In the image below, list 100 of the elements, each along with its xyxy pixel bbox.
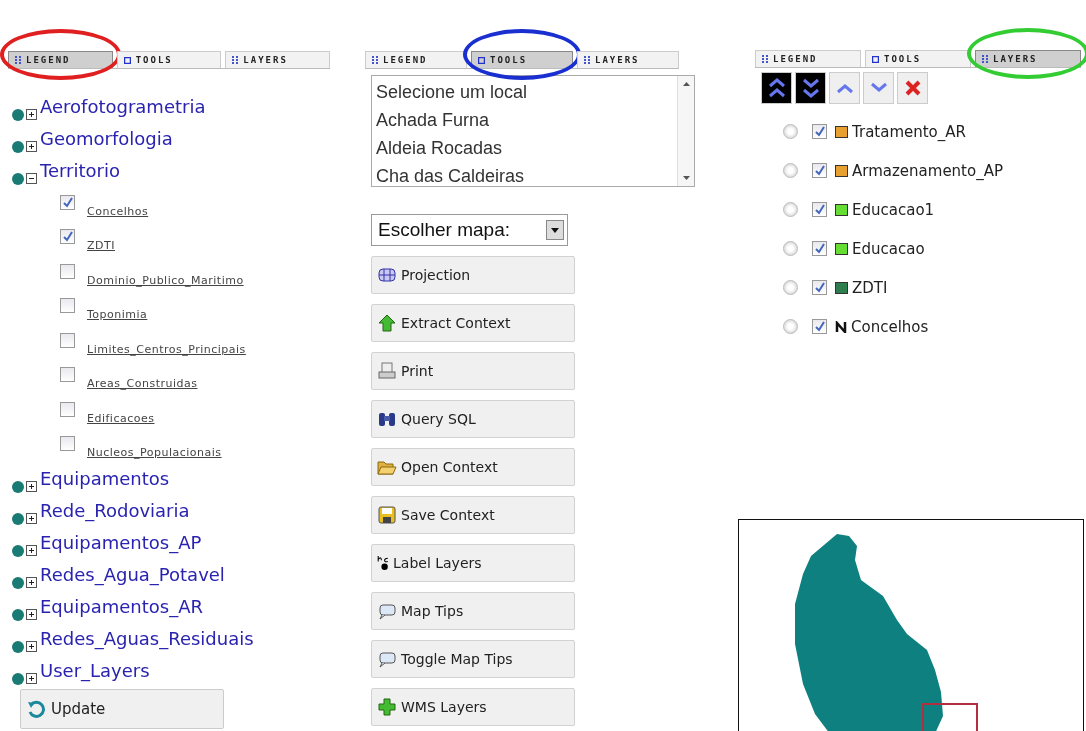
checkbox[interactable]	[60, 263, 75, 279]
radio-button[interactable]	[783, 319, 798, 335]
panel-tab[interactable]: LAYERS	[577, 51, 679, 68]
location-list[interactable]: Selecione um local Achada Furna Aldeia Rocadas Cha das Caldeiras	[371, 75, 695, 187]
expand-icon[interactable]	[26, 673, 37, 684]
layer-link[interactable]: Areas_Construidas	[87, 377, 198, 394]
expand-icon[interactable]	[26, 577, 37, 588]
tool-button[interactable]: WMS Layers	[371, 688, 575, 726]
checkbox[interactable]	[60, 332, 75, 348]
checkbox[interactable]	[60, 436, 75, 451]
checkbox[interactable]	[60, 367, 75, 382]
speech-bubble-icon	[377, 601, 397, 621]
panel-tab[interactable]: LEGEND	[8, 51, 113, 68]
layer-label[interactable]: Educacao	[852, 239, 925, 258]
expand-icon[interactable]	[26, 609, 37, 620]
scroll-down-icon[interactable]	[682, 176, 690, 180]
panel-tab[interactable]: TOOLS	[471, 51, 573, 68]
radio-button[interactable]	[783, 163, 798, 179]
group-label[interactable]: Equipamentos	[40, 467, 170, 495]
plus-icon	[377, 697, 397, 717]
checkbox[interactable]	[812, 319, 827, 335]
group-label[interactable]: Redes_Agua_Potavel	[40, 563, 225, 591]
dots-icon	[372, 56, 378, 64]
checkbox[interactable]	[60, 194, 75, 210]
radio-button[interactable]	[783, 241, 798, 257]
group-label[interactable]: Geomorfologia	[40, 127, 173, 155]
expand-icon[interactable]	[26, 141, 37, 152]
tool-button[interactable]: Extract Context	[371, 304, 575, 342]
expand-icon[interactable]	[26, 641, 37, 652]
collapse-icon[interactable]	[26, 173, 37, 184]
checkbox[interactable]	[812, 124, 827, 140]
checkbox[interactable]	[812, 202, 827, 218]
layer-label[interactable]: Tratamento_AR	[852, 122, 966, 141]
checkbox[interactable]	[60, 401, 75, 417]
radio-button[interactable]	[783, 124, 798, 140]
radio-button[interactable]	[783, 280, 798, 296]
layer-link[interactable]: Limites_Centros_Principais	[87, 342, 246, 360]
tool-button[interactable]: Projection	[371, 256, 575, 294]
layer-link[interactable]: Concelhos	[87, 204, 149, 222]
refresh-icon	[27, 700, 45, 718]
layer-dot-icon	[12, 141, 24, 153]
expand-icon[interactable]	[26, 109, 37, 120]
checkbox[interactable]	[812, 280, 827, 296]
layer-dot-icon	[12, 577, 24, 589]
panel-tab[interactable]: LEGEND	[755, 50, 861, 68]
panel-tab[interactable]: LAYERS	[225, 51, 330, 68]
scroll-up-icon[interactable]	[682, 82, 690, 86]
tool-button[interactable]: Toggle Map Tips	[371, 640, 575, 678]
panel-tab[interactable]: TOOLS	[865, 50, 971, 68]
tool-button[interactable]: Map Tips	[371, 592, 575, 630]
layer-dot-icon	[12, 513, 24, 525]
layer-dot-icon	[12, 545, 24, 557]
toolbar-button[interactable]	[795, 72, 826, 105]
layer-link[interactable]: ZDTI	[87, 239, 115, 256]
layer-link[interactable]: Edificacoes	[87, 411, 155, 429]
layer-label[interactable]: ZDTI	[852, 278, 888, 297]
list-option[interactable]: Achada Furna	[376, 106, 673, 134]
layer-link[interactable]: Toponimia	[87, 308, 148, 325]
toolbar-button[interactable]	[761, 72, 792, 105]
dots-icon	[584, 56, 590, 64]
radio-button[interactable]	[783, 202, 798, 218]
layer-dot-icon	[12, 641, 24, 653]
tool-button[interactable]: Label Layers	[371, 544, 575, 582]
list-option[interactable]: Aldeia Rocadas	[376, 134, 673, 162]
list-option[interactable]: Selecione um local	[376, 78, 673, 106]
tool-button[interactable]: Print	[371, 352, 575, 390]
panel-tab[interactable]: LEGEND	[365, 51, 467, 68]
tool-button[interactable]: Save Context	[371, 496, 575, 534]
checkbox[interactable]	[812, 163, 827, 179]
up-chevron-icon	[834, 81, 855, 96]
scrollbar[interactable]	[677, 76, 694, 186]
layer-label[interactable]: Concelhos	[851, 317, 929, 336]
group-label[interactable]: Territorio	[40, 159, 120, 187]
double-down-icon	[800, 76, 821, 101]
layer-link[interactable]: Dominio_Publico_Maritimo	[87, 273, 244, 291]
panel-tab[interactable]: LAYERS	[975, 50, 1081, 68]
group-label[interactable]: Aerofotogrametria	[40, 95, 206, 123]
tool-button[interactable]: Open Context	[371, 448, 575, 486]
expand-icon[interactable]	[26, 481, 37, 492]
dots-icon	[15, 56, 21, 64]
layer-label[interactable]: Armazenamento_AP	[852, 161, 1003, 180]
checkbox[interactable]	[60, 298, 75, 313]
panel-tab[interactable]: TOOLS	[116, 51, 222, 68]
list-option[interactable]: Cha das Caldeiras	[376, 162, 673, 190]
checkbox[interactable]	[60, 229, 75, 244]
group-label[interactable]: Redes_Aguas_Residuais	[40, 627, 254, 655]
layer-link[interactable]: Nucleos_Populacionais	[87, 446, 222, 463]
layer-label[interactable]: Educacao1	[852, 200, 935, 219]
map-select[interactable]: Escolher mapa:	[371, 214, 568, 246]
speech-bubble-icon	[377, 649, 397, 669]
dots-icon	[982, 55, 988, 64]
expand-icon[interactable]	[26, 545, 37, 556]
group-label[interactable]: User_Layers	[40, 659, 150, 687]
expand-icon[interactable]	[26, 513, 37, 524]
checkbox[interactable]	[812, 241, 827, 257]
group-label[interactable]: Equipamentos_AP	[40, 531, 202, 559]
update-button[interactable]: Update	[20, 689, 224, 729]
group-label[interactable]: Equipamentos_AR	[40, 595, 203, 623]
tool-button[interactable]: Query SQL	[371, 400, 575, 438]
group-label[interactable]: Rede_Rodoviaria	[40, 499, 190, 527]
